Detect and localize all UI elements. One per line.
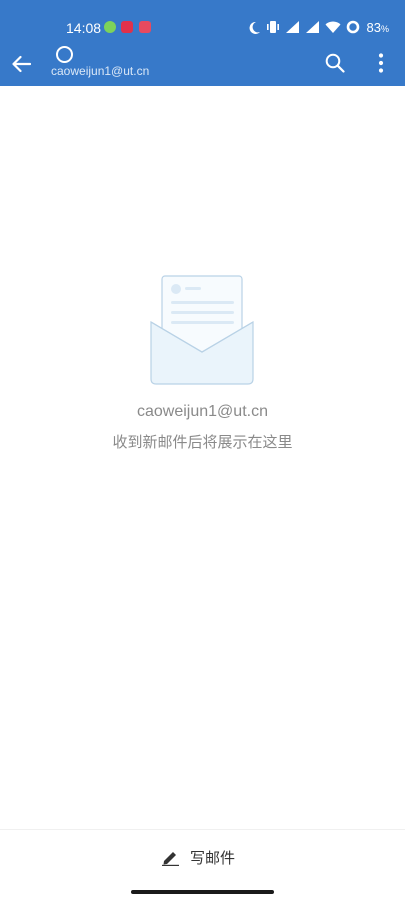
- more-options-button[interactable]: [366, 48, 396, 78]
- compose-button[interactable]: 写邮件: [160, 844, 235, 870]
- wechat-icon: [104, 21, 116, 33]
- status-time: 14:08: [66, 20, 102, 36]
- signal-icon: [285, 21, 299, 33]
- pencil-icon: [162, 852, 179, 866]
- battery-level: 83%: [366, 19, 389, 35]
- arrow-left-icon: [12, 55, 31, 73]
- empty-state-message: 收到新邮件后将展示在这里: [112, 433, 293, 451]
- empty-state-email: caoweijun1@ut.cn: [137, 403, 268, 420]
- tiktok-icon: [121, 21, 133, 33]
- search-icon: [325, 53, 345, 73]
- status-bar: 14:08 83%: [0, 0, 405, 44]
- search-button[interactable]: [320, 48, 350, 78]
- account-email[interactable]: caoweijun1@ut.cn: [51, 64, 149, 78]
- compose-bar: 写邮件: [0, 829, 405, 886]
- compose-label: 写邮件: [190, 848, 236, 867]
- back-button[interactable]: [6, 49, 36, 79]
- vibrate-icon: [266, 21, 279, 33]
- status-indicators: 83%: [248, 17, 389, 37]
- account-avatar[interactable]: [56, 46, 73, 63]
- calendar-app-icon: [139, 21, 151, 33]
- moon-icon: [249, 21, 260, 34]
- wifi-icon: [325, 21, 341, 33]
- empty-mailbox-icon: [150, 275, 254, 385]
- signal-icon-2: [305, 21, 319, 33]
- home-indicator[interactable]: [131, 890, 274, 894]
- app-bar: caoweijun1@ut.cn: [0, 44, 405, 86]
- more-vertical-icon: [378, 53, 384, 73]
- battery-ring-icon: [346, 20, 359, 34]
